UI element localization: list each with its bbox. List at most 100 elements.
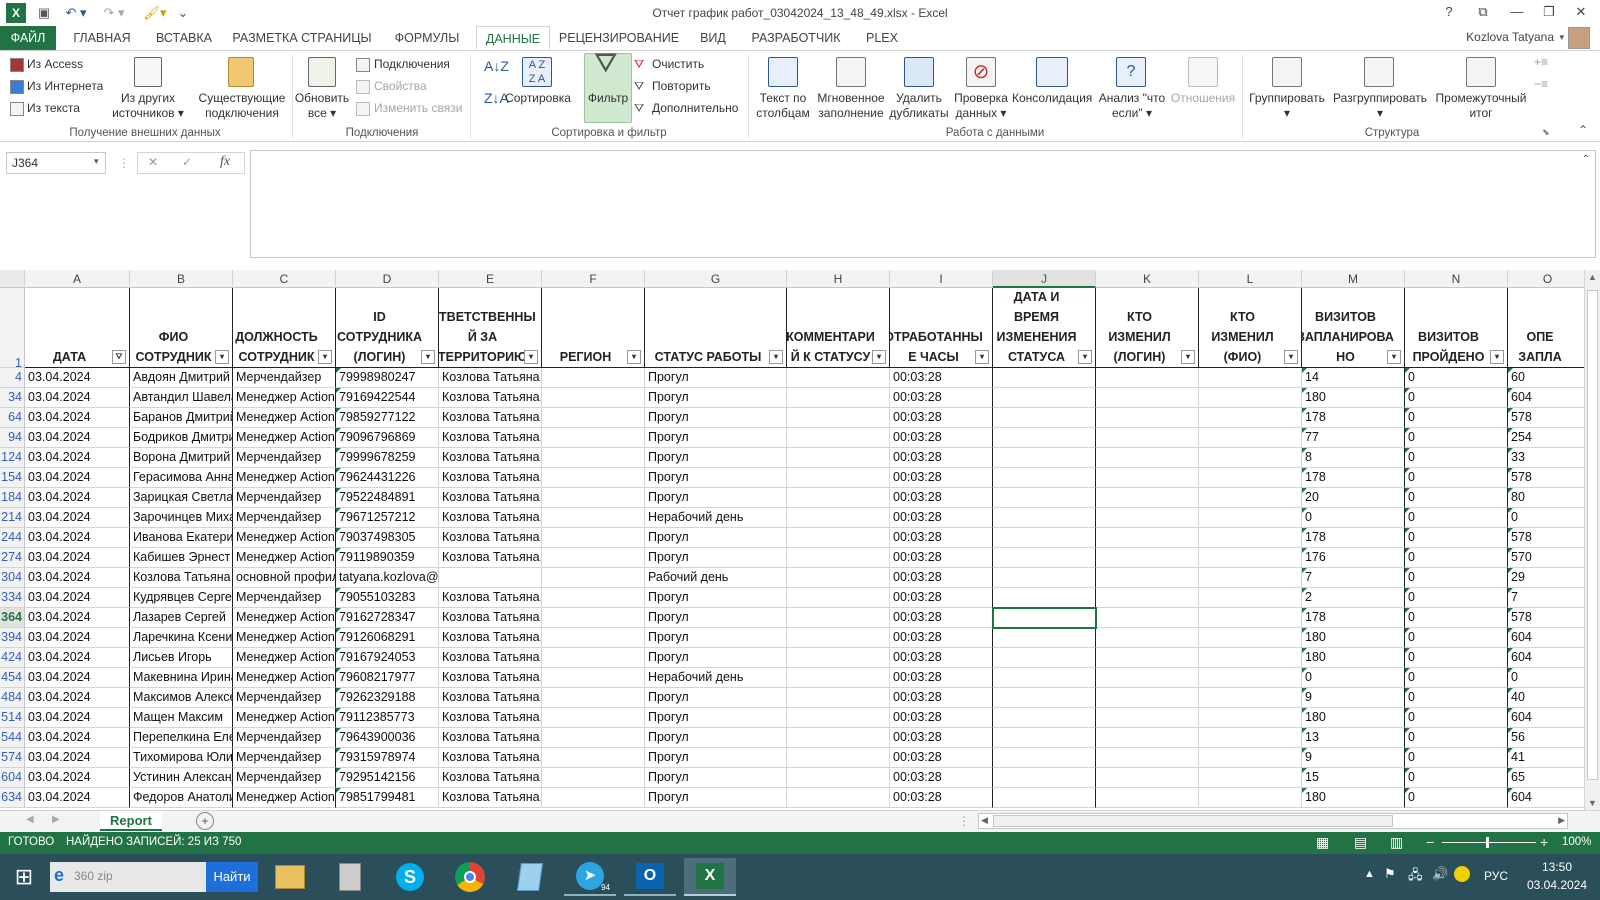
- cell-m[interactable]: 77: [1302, 428, 1405, 448]
- cell-j[interactable]: [993, 548, 1096, 568]
- show-hidden-icons-icon[interactable]: ▲: [1364, 868, 1375, 880]
- cell-j[interactable]: [993, 468, 1096, 488]
- cell-n[interactable]: 0: [1405, 488, 1508, 508]
- cell-m[interactable]: 176: [1302, 548, 1405, 568]
- row-header[interactable]: 184: [0, 488, 25, 508]
- cell-f[interactable]: [542, 628, 645, 648]
- zoom-level[interactable]: 100%: [1562, 836, 1591, 848]
- network-icon[interactable]: 🖧: [1408, 866, 1423, 888]
- cell-e[interactable]: Козлова Татьяна, Бодриков Дмитрий: [439, 768, 542, 788]
- from-access-button[interactable]: Из Access: [27, 57, 83, 72]
- cell-b[interactable]: Лисьев Игорь: [130, 648, 233, 668]
- cell-b[interactable]: Бодриков Дмитрий: [130, 428, 233, 448]
- refresh-all-button[interactable]: Обновить все ▾: [294, 91, 350, 121]
- scroll-down-icon[interactable]: ▼: [1588, 798, 1597, 808]
- cell-f[interactable]: [542, 768, 645, 788]
- cell-i[interactable]: 00:03:28: [890, 488, 993, 508]
- cell-f[interactable]: [542, 568, 645, 588]
- vertical-scroll-thumb[interactable]: [1587, 290, 1598, 780]
- cell-c[interactable]: Мерчендайзер: [233, 588, 336, 608]
- cell-g[interactable]: Прогул: [645, 728, 787, 748]
- cell-h[interactable]: [787, 368, 890, 388]
- subtotal-button[interactable]: Промежуточный итог: [1430, 91, 1532, 121]
- cell-m[interactable]: 0: [1302, 668, 1405, 688]
- cell-j[interactable]: [993, 408, 1096, 428]
- cell-k[interactable]: [1096, 368, 1199, 388]
- cell-a[interactable]: 03.04.2024: [25, 788, 130, 808]
- cell-g[interactable]: Нерабочий день: [645, 508, 787, 528]
- vertical-scrollbar[interactable]: ▲ ▼: [1584, 270, 1600, 810]
- cell-l[interactable]: [1199, 368, 1302, 388]
- cell-b[interactable]: Тихомирова Юлия: [130, 748, 233, 768]
- cell-g[interactable]: Прогул: [645, 468, 787, 488]
- row-header[interactable]: 274: [0, 548, 25, 568]
- cell-f[interactable]: [542, 668, 645, 688]
- cell-f[interactable]: [542, 608, 645, 628]
- cell-e[interactable]: Козлова Татьяна, Бодриков Дмитрий: [439, 748, 542, 768]
- cell-k[interactable]: [1096, 568, 1199, 588]
- scroll-right-icon[interactable]: ▶: [1558, 815, 1565, 826]
- row-header[interactable]: 544: [0, 728, 25, 748]
- show-detail-icon[interactable]: +≡: [1534, 55, 1548, 70]
- cell-m[interactable]: 20: [1302, 488, 1405, 508]
- cell-l[interactable]: [1199, 788, 1302, 808]
- cell-i[interactable]: 00:03:28: [890, 788, 993, 808]
- flash-fill-button[interactable]: Мгновенное заполнение: [816, 91, 886, 121]
- row-header[interactable]: 484: [0, 688, 25, 708]
- cell-b[interactable]: Авдоян Дмитрий: [130, 368, 233, 388]
- sort-az-icon[interactable]: A↓Z: [484, 59, 509, 74]
- volume-icon[interactable]: 🔊: [1432, 866, 1448, 882]
- page-break-view-icon[interactable]: ▥: [1390, 834, 1403, 851]
- cell-l[interactable]: [1199, 548, 1302, 568]
- header-cell-a[interactable]: ДАТА ⛛: [25, 288, 130, 368]
- cell-a[interactable]: 03.04.2024: [25, 768, 130, 788]
- cell-l[interactable]: [1199, 748, 1302, 768]
- cell-e[interactable]: Козлова Татьяна, Макевнина Ирина: [439, 408, 542, 428]
- cell-f[interactable]: [542, 708, 645, 728]
- cell-g[interactable]: Прогул: [645, 628, 787, 648]
- cell-m[interactable]: 15: [1302, 768, 1405, 788]
- connections-button[interactable]: Подключения: [374, 57, 450, 72]
- cell-n[interactable]: 0: [1405, 588, 1508, 608]
- cell-o[interactable]: 0: [1508, 668, 1584, 688]
- filter-dropdown-icon[interactable]: ▾: [1284, 350, 1298, 364]
- cell-h[interactable]: [787, 488, 890, 508]
- notepad-app-icon[interactable]: [504, 858, 556, 896]
- filter-dropdown-icon[interactable]: ▾: [1490, 350, 1504, 364]
- cell-n[interactable]: 0: [1405, 668, 1508, 688]
- filter-dropdown-icon[interactable]: ▾: [1181, 350, 1195, 364]
- cell-h[interactable]: [787, 648, 890, 668]
- row-header[interactable]: 94: [0, 428, 25, 448]
- cell-k[interactable]: [1096, 628, 1199, 648]
- cell-a[interactable]: 03.04.2024: [25, 568, 130, 588]
- tab-formulas[interactable]: ФОРМУЛЫ: [386, 26, 468, 50]
- cell-h[interactable]: [787, 768, 890, 788]
- cell-f[interactable]: [542, 528, 645, 548]
- cell-o[interactable]: 578: [1508, 528, 1584, 548]
- cell-b[interactable]: Максимов Алексей: [130, 688, 233, 708]
- cell-d[interactable]: 79262329188: [336, 688, 439, 708]
- cell-a[interactable]: 03.04.2024: [25, 428, 130, 448]
- cell-f[interactable]: [542, 688, 645, 708]
- cell-i[interactable]: 00:03:28: [890, 588, 993, 608]
- header-cell-n[interactable]: ВИЗИТОВ ПРОЙДЕНО ▾: [1405, 288, 1508, 368]
- row-header[interactable]: 124: [0, 448, 25, 468]
- ribbon-display-button[interactable]: ⧉: [1470, 2, 1496, 22]
- cell-g[interactable]: Прогул: [645, 608, 787, 628]
- outlook-icon[interactable]: O: [624, 858, 676, 896]
- cell-c[interactable]: Менеджер Action: [233, 648, 336, 668]
- file-explorer-icon[interactable]: [264, 858, 316, 896]
- cell-f[interactable]: [542, 448, 645, 468]
- cell-a[interactable]: 03.04.2024: [25, 688, 130, 708]
- zoom-out-icon[interactable]: −: [1426, 834, 1434, 850]
- cell-n[interactable]: 0: [1405, 368, 1508, 388]
- cell-d[interactable]: 79295142156: [336, 768, 439, 788]
- tab-page-layout[interactable]: РАЗМЕТКА СТРАНИЦЫ: [228, 26, 376, 50]
- name-box[interactable]: J364: [6, 152, 106, 174]
- cell-e[interactable]: Козлова Татьяна, Бодриков Дмитрий: [439, 588, 542, 608]
- cell-h[interactable]: [787, 508, 890, 528]
- cell-k[interactable]: [1096, 588, 1199, 608]
- cell-m[interactable]: 178: [1302, 608, 1405, 628]
- cell-l[interactable]: [1199, 448, 1302, 468]
- cell-c[interactable]: Мерчендайзер: [233, 368, 336, 388]
